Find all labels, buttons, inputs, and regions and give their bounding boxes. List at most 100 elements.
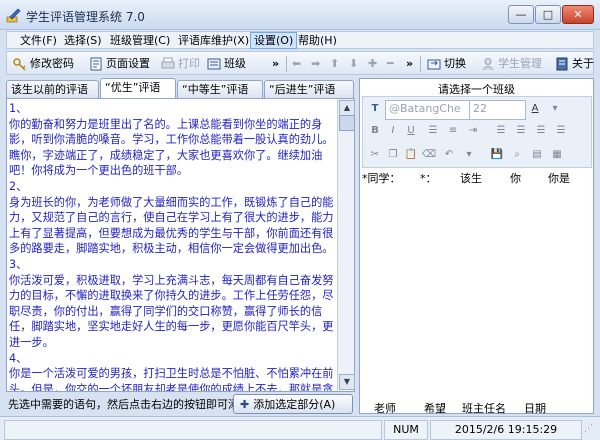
field-teacher[interactable]: 老师 [374,400,396,416]
page-setup-button[interactable]: 页面设置 [89,55,150,73]
field-star[interactable]: *： [420,170,437,186]
about-icon [556,57,568,71]
comment-number: 4、 [9,351,28,365]
insert-field-bar: *同学： *： 该生 你 你是 [362,170,592,186]
save-icon[interactable]: 💾 [489,147,505,163]
class-prompt: 请选择一个班级 [438,83,515,96]
close-button[interactable]: ✕ [562,5,594,24]
field-date[interactable]: 日期 [524,400,546,416]
minimize-button[interactable]: — [508,5,534,24]
class-icon [207,58,221,70]
menu-class-management[interactable]: 班级管理(C) [107,33,173,48]
comment-text-area[interactable]: 1、 你的勤奋和努力是班里出了名的。上课总能看到你坐的端正的身影，听到你清脆的嗓… [6,98,355,392]
add-selected-label: 添加选定部分(A) [253,398,336,411]
about-label: 关于 [572,57,594,70]
font-size-select[interactable]: 22 [469,100,526,120]
menu-select[interactable]: 选择(S) [61,33,105,48]
align-left-icon[interactable]: ☰ [493,123,509,139]
align-center-icon[interactable]: ☰ [513,123,529,139]
edit-password-button[interactable]: 修改密码 [13,55,74,73]
arrow-up-icon[interactable]: ⬆ [330,55,339,73]
menu-help[interactable]: 帮助(H) [295,33,340,48]
status-bar: NUM 2015/2/6 19:15:29 ⋰ [0,416,600,440]
field-you-are[interactable]: 你是 [548,170,570,186]
indent-icon[interactable]: ⇥ [465,123,481,139]
tab-previous-comments[interactable]: 该生以前的评语 [6,80,99,98]
print-button[interactable]: 打印 [161,55,200,73]
field-head-teacher-name[interactable]: 班主任名 [462,400,506,416]
class-button[interactable]: 班级 [207,55,246,73]
field-you[interactable]: 你 [510,170,521,186]
font-select[interactable]: @BatangChe [385,100,470,120]
comment-number: 2、 [9,179,28,193]
scroll-up-arrow-icon[interactable]: ▲ [339,100,355,116]
maximize-button[interactable]: □ [535,5,561,24]
menu-comment-library[interactable]: 评语库维护(X) [175,33,252,48]
student-management-button[interactable]: 学生管理 [481,55,542,73]
justify-icon[interactable]: ☰ [553,123,569,139]
copy-icon[interactable]: ❐ [385,147,401,163]
remove-icon[interactable]: ━ [387,55,394,73]
print-preview-icon[interactable]: ▤ [529,147,545,163]
arrow-left-icon[interactable]: ⬅ [292,55,301,73]
menu-file[interactable]: 文件(F) [17,33,60,48]
scroll-down-arrow-icon[interactable]: ▼ [339,374,355,390]
app-pen-icon [6,8,21,23]
page-setup-label: 页面设置 [106,57,150,70]
instruction-hint: 先选中需要的语句，然后点击右边的按钮即可添加到评语中。 [8,398,238,411]
align-right-icon[interactable]: ☰ [533,123,549,139]
field-classmate[interactable]: *同学： [362,170,401,186]
scroll-thumb[interactable] [339,115,355,131]
vertical-scrollbar[interactable]: ▲ ▼ [337,99,355,391]
window-title: 学生评语管理系统 7.0 [26,10,145,24]
arrow-down-icon[interactable]: ⬇ [349,55,358,73]
tab-top-student-comments[interactable]: “优生”评语 [100,78,176,98]
bullet-list-icon[interactable]: ☰ [425,123,441,139]
comment-number: 3、 [9,257,28,271]
comment-text[interactable]: 你的勤奋和努力是班里出了名的。上课总能看到你坐的端正的身影，听到你清脆的嗓音。学… [9,117,339,179]
key-icon [13,58,26,71]
page-setup-icon [90,57,102,71]
cut-icon[interactable]: ✂ [367,147,383,163]
comment-text[interactable]: 你活泼可爱，积极进取，学习上充满斗志，每天周都有自己奋发努力的目标，不懈的进取换… [9,273,339,351]
clear-icon[interactable]: ⌫ [421,147,437,163]
field-this-student[interactable]: 该生 [460,170,482,186]
plus-icon: ✚ [240,397,250,411]
chevron-down-icon[interactable]: ▾ [547,101,563,117]
underline-icon[interactable]: U [403,123,419,139]
menu-settings[interactable]: 设置(O) [250,32,298,49]
toolbar-overflow-right[interactable]: » [406,55,413,73]
paste-icon[interactable]: 📋 [403,147,419,163]
numbered-list-icon[interactable]: ≡ [445,123,461,139]
menu-bar: 文件(F) 选择(S) 班级管理(C) 评语库维护(X) 设置(O) 帮助(H) [6,31,594,49]
redo-dropdown-icon[interactable]: ▾ [461,147,477,163]
num-lock-indicator: NUM [384,420,428,440]
find-icon[interactable]: ⌕ [509,147,525,163]
font-color-icon[interactable]: A [527,101,543,117]
comment-text[interactable]: 你是一个活泼可爱的男孩，打扫卫生时总是不怕脏、不怕累冲在前头。但是，你交的一个坏… [9,366,339,391]
tab-average-student-comments[interactable]: “中等生”评语 [177,80,263,98]
resize-grip-icon[interactable]: ⋰ [584,424,593,434]
signature-fields-bar: 老师 希望 班主任名 日期 [362,400,592,416]
edit-password-label: 修改密码 [30,57,74,70]
student-icon [482,58,494,71]
about-button[interactable]: 关于 [555,55,594,73]
comment-text[interactable]: 身为班长的你，为老师做了大量细而实的工作，既锻炼了自己的能力，又规范了自己的言行… [9,195,339,257]
options-icon[interactable]: ▦ [549,147,565,163]
add-icon[interactable]: ✚ [368,55,377,73]
font-icon[interactable]: T [367,101,383,117]
italic-icon[interactable]: I [385,123,401,139]
switch-button[interactable]: 切换 [427,55,466,73]
format-toolbar: T @BatangChe 22 A ▾ B I U ☰ ≡ ⇥ ☰ ☰ ☰ ☰ … [362,96,592,168]
add-selected-button[interactable]: ✚ 添加选定部分(A) [233,394,353,414]
bold-icon[interactable]: B [367,123,383,139]
status-message [4,420,382,440]
toolbar-overflow-left[interactable]: » [272,55,279,73]
undo-icon[interactable]: ↶ [441,147,457,163]
tab-struggling-student-comments[interactable]: “后进生”评语 [264,80,354,98]
print-label: 打印 [178,57,200,70]
student-management-label: 学生管理 [498,57,542,70]
status-datetime: 2015/2/6 19:15:29 [430,420,582,440]
arrow-right-icon[interactable]: ➡ [311,55,320,73]
field-hope[interactable]: 希望 [424,400,446,416]
